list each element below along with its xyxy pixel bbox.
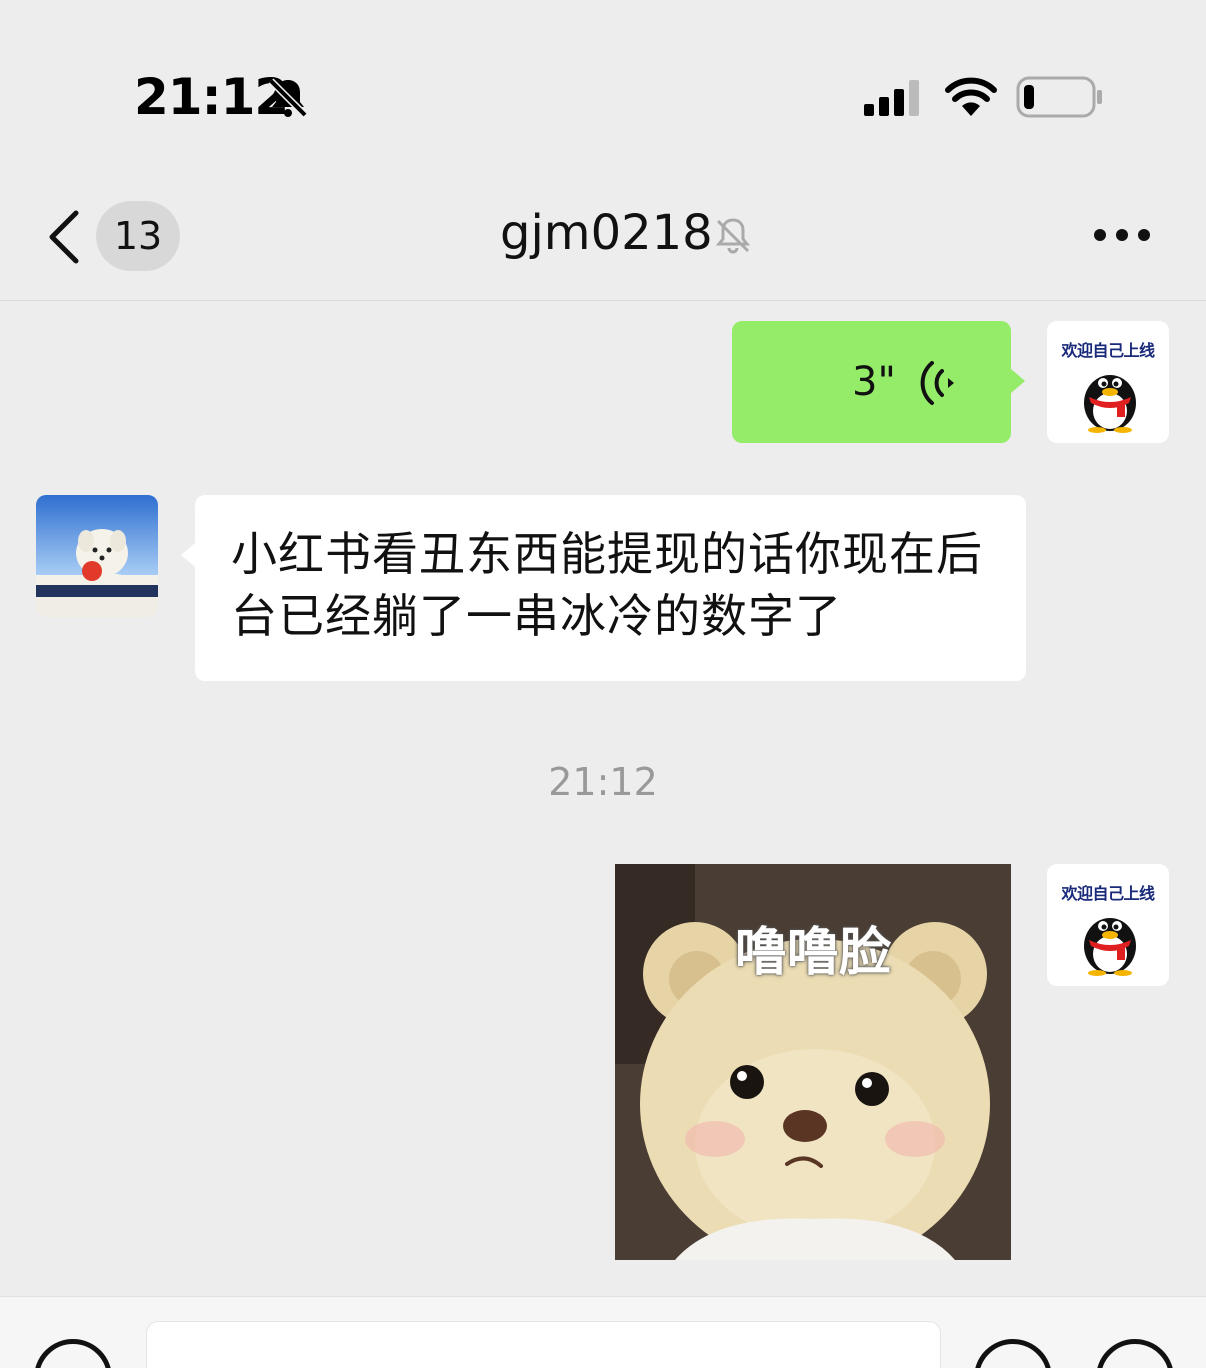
qq-penguin-icon bbox=[1084, 375, 1136, 433]
avatar-caption: 欢迎自己上线 bbox=[1061, 341, 1155, 360]
emoji-icon[interactable] bbox=[974, 1339, 1052, 1368]
message-text: 小红书看丑东西能提现的话你现在后台已经躺了一串冰冷的数字了 bbox=[231, 527, 983, 643]
sticker-caption: 噜噜脸 bbox=[734, 923, 891, 983]
text-message-bubble[interactable]: 小红书看丑东西能提现的话你现在后台已经躺了一串冰冷的数字了 bbox=[181, 495, 1026, 681]
cellular-signal-icon bbox=[864, 80, 919, 116]
battery-low-icon bbox=[1016, 76, 1102, 118]
chat-header: 13 gjm0218 bbox=[0, 175, 1206, 301]
bell-slash-icon bbox=[268, 78, 308, 118]
message-input[interactable] bbox=[146, 1321, 941, 1368]
voice-wave-icon bbox=[920, 361, 954, 405]
my-avatar[interactable]: 欢迎自己上线 bbox=[1047, 864, 1169, 986]
dog-with-apple-photo bbox=[36, 495, 158, 617]
voice-message-bubble[interactable]: 3" bbox=[732, 321, 1025, 443]
bell-slash-icon bbox=[715, 218, 751, 254]
sticker-message[interactable]: 噜噜脸 bbox=[615, 864, 1011, 1260]
contact-avatar[interactable] bbox=[36, 495, 158, 617]
chat-title: gjm0218 bbox=[500, 205, 713, 261]
qq-penguin-icon bbox=[1084, 918, 1136, 976]
message-timestamp: 21:12 bbox=[548, 760, 658, 804]
status-bar: 21:12 bbox=[0, 0, 1206, 175]
wifi-icon bbox=[945, 77, 997, 116]
unread-count-badge[interactable]: 13 bbox=[96, 201, 180, 271]
voice-input-icon[interactable] bbox=[34, 1339, 112, 1368]
more-dots-icon[interactable] bbox=[1090, 223, 1154, 247]
plus-icon[interactable] bbox=[1096, 1339, 1174, 1368]
avatar-caption: 欢迎自己上线 bbox=[1061, 884, 1155, 903]
chevron-left-icon[interactable] bbox=[44, 209, 88, 265]
my-avatar[interactable]: 欢迎自己上线 bbox=[1047, 321, 1169, 443]
voice-duration: 3" bbox=[852, 359, 896, 405]
input-bar bbox=[0, 1296, 1206, 1368]
